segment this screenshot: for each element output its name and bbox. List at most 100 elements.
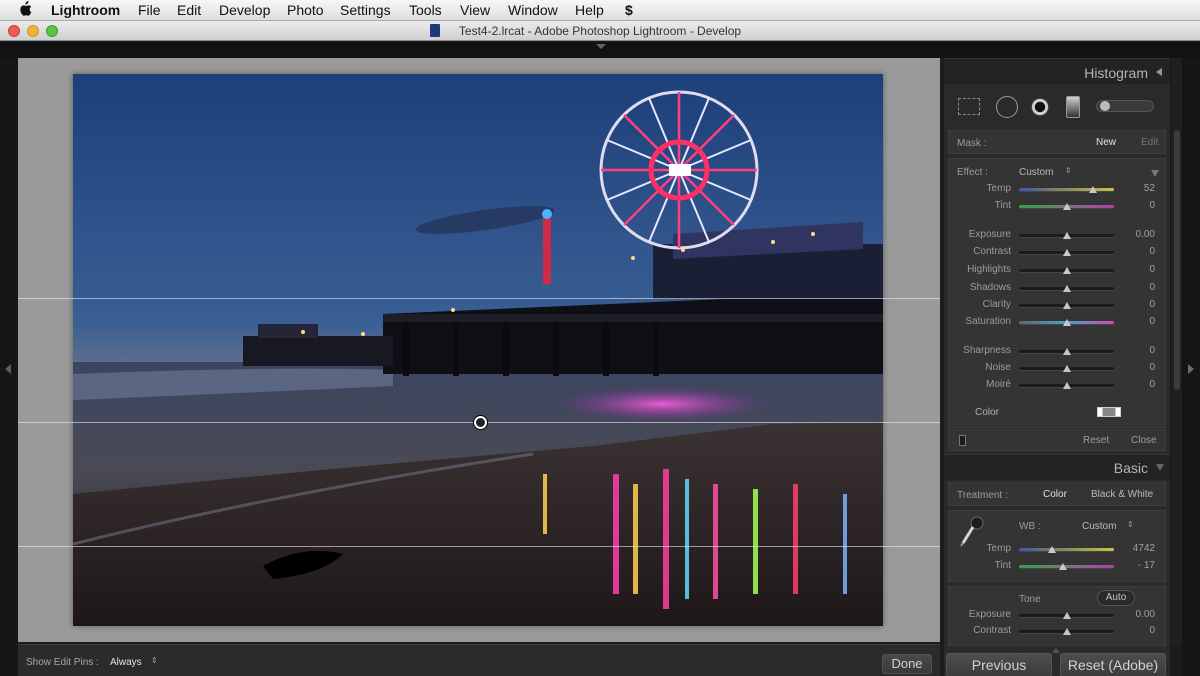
- slider-knob[interactable]: [1062, 612, 1071, 619]
- slider-knob[interactable]: [1062, 365, 1071, 372]
- slider-value[interactable]: 0.00: [1115, 609, 1155, 620]
- menu-lightroom[interactable]: Lightroom: [51, 2, 120, 18]
- left-panel-toggle-icon[interactable]: [5, 364, 11, 374]
- slider-knob[interactable]: [1062, 628, 1071, 635]
- menu-photo[interactable]: Photo: [287, 2, 324, 18]
- menu-view[interactable]: View: [460, 2, 490, 18]
- slider-label-exposure: Exposure: [968, 609, 1011, 620]
- slider-knob[interactable]: [1062, 302, 1071, 309]
- slider-value[interactable]: 0: [1115, 316, 1155, 327]
- effect-preset-select[interactable]: Custom: [1019, 167, 1053, 178]
- slider-knob[interactable]: [1058, 563, 1067, 570]
- slider-value[interactable]: - 17: [1115, 560, 1155, 571]
- slider-label-sharpness: Sharpness: [963, 345, 1011, 356]
- histogram-panel-header[interactable]: Histogram: [944, 58, 1170, 84]
- slider-value[interactable]: 0: [1115, 625, 1155, 636]
- top-panel-collapsed: [0, 42, 1200, 58]
- wb-label: WB :: [1019, 521, 1041, 532]
- right-panel: Histogram Mask : New Edit Effect : Custo…: [944, 58, 1170, 676]
- slider-knob[interactable]: [1062, 348, 1071, 355]
- slider-knob[interactable]: [1062, 249, 1071, 256]
- slider-track-temp[interactable]: [1019, 548, 1114, 551]
- slider-knob[interactable]: [1062, 285, 1071, 292]
- color-swatch-icon[interactable]: [1097, 407, 1121, 417]
- slider-label-temp: Temp: [986, 183, 1011, 194]
- treatment-label: Treatment :: [957, 490, 1008, 501]
- right-panel-toggle-icon[interactable]: [1188, 364, 1194, 374]
- edit-pin[interactable]: [474, 416, 487, 429]
- slider-label-clarity: Clarity: [982, 299, 1011, 310]
- white-balance-box: WB : Custom ⇕ Temp 4742 Tint - 17: [948, 510, 1166, 582]
- photo-preview[interactable]: [73, 74, 883, 626]
- slider-label-temp: Temp: [986, 543, 1011, 554]
- script-icon[interactable]: $: [625, 2, 633, 18]
- basic-panel-header[interactable]: Basic: [944, 454, 1170, 480]
- slider-value[interactable]: 0: [1115, 362, 1155, 373]
- pier-at-dusk-image: [73, 74, 883, 626]
- slider-label-tint: Tint: [994, 560, 1011, 571]
- wb-preset-select[interactable]: Custom: [1082, 521, 1116, 532]
- slider-value[interactable]: 0: [1115, 264, 1155, 275]
- slider-value[interactable]: 0: [1115, 246, 1155, 257]
- apple-icon[interactable]: [18, 1, 32, 20]
- mask-effects-box: Effect : Custom ⇕ Temp 52 Tint 0 Exposure 0.0…: [948, 158, 1166, 428]
- treatment-row: Treatment : Color Black & White: [948, 482, 1166, 506]
- effect-label: Effect :: [957, 167, 988, 178]
- mask-toggle-switch-icon[interactable]: [959, 435, 966, 446]
- menu-window[interactable]: Window: [508, 2, 558, 18]
- done-button[interactable]: Done: [882, 654, 932, 674]
- slider-track-temp[interactable]: [1019, 188, 1114, 191]
- menu-develop[interactable]: Develop: [219, 2, 270, 18]
- menu-file[interactable]: File: [138, 2, 161, 18]
- select-arrows-icon: ⇕: [1065, 166, 1072, 175]
- basic-title: Basic: [1113, 460, 1148, 476]
- slider-knob[interactable]: [1048, 546, 1057, 553]
- slider-value[interactable]: 0: [1115, 299, 1155, 310]
- graduated-filter-icon[interactable]: [1066, 96, 1080, 118]
- mask-close-button[interactable]: Close: [1131, 435, 1157, 446]
- mask-edit-button[interactable]: Edit: [1141, 137, 1158, 148]
- slider-value[interactable]: 52: [1115, 183, 1155, 194]
- slider-label-saturation: Saturation: [965, 316, 1011, 327]
- mask-footer: Reset Close: [948, 429, 1166, 451]
- previous-button[interactable]: Previous: [946, 653, 1052, 676]
- bottom-toolbar: Show Edit Pins : Always ⇕ Done: [18, 644, 940, 676]
- slider-knob[interactable]: [1089, 186, 1098, 193]
- slider-value[interactable]: 0: [1115, 345, 1155, 356]
- menu-tools[interactable]: Tools: [409, 2, 442, 18]
- mask-color-label: Color: [975, 407, 999, 418]
- slider-label-moir: Moiré: [985, 379, 1011, 390]
- slider-value[interactable]: 0: [1115, 379, 1155, 390]
- crop-overlay-icon[interactable]: [958, 98, 980, 115]
- treatment-bw-button[interactable]: Black & White: [1091, 489, 1153, 500]
- treatment-color-button[interactable]: Color: [1043, 489, 1067, 500]
- spot-removal-icon[interactable]: [996, 96, 1018, 118]
- auto-tone-button[interactable]: Auto: [1097, 590, 1135, 606]
- collapse-arrow-icon: [1156, 464, 1164, 471]
- slider-knob[interactable]: [1062, 232, 1071, 239]
- slider-knob[interactable]: [1062, 382, 1071, 389]
- scrollbar-thumb[interactable]: [1174, 130, 1180, 390]
- brush-knob-icon: [1100, 101, 1110, 111]
- slider-value[interactable]: 0: [1115, 282, 1155, 293]
- slider-label-highlights: Highlights: [967, 264, 1011, 275]
- mask-new-button[interactable]: New: [1096, 137, 1116, 148]
- slider-value[interactable]: 0.00: [1115, 229, 1155, 240]
- show-edit-pins-select[interactable]: Always: [110, 657, 142, 668]
- mask-reset-button[interactable]: Reset: [1083, 435, 1109, 446]
- reset-adobe-button[interactable]: Reset (Adobe): [1060, 653, 1166, 676]
- menu-edit[interactable]: Edit: [177, 2, 201, 18]
- slider-value[interactable]: 4742: [1115, 543, 1155, 554]
- menu-settings[interactable]: Settings: [340, 2, 391, 18]
- slider-value[interactable]: 0: [1115, 200, 1155, 211]
- slider-label-tint: Tint: [994, 200, 1011, 211]
- top-panel-toggle-icon[interactable]: [596, 44, 606, 49]
- slider-knob[interactable]: [1062, 267, 1071, 274]
- slider-label-noise: Noise: [985, 362, 1011, 373]
- menu-help[interactable]: Help: [575, 2, 604, 18]
- slider-knob[interactable]: [1062, 319, 1071, 326]
- effect-disclosure-icon[interactable]: [1151, 170, 1159, 177]
- menu-bar: Lightroom File Edit Develop Photo Settin…: [0, 0, 1200, 21]
- red-eye-icon[interactable]: [1030, 97, 1050, 117]
- slider-knob[interactable]: [1062, 203, 1071, 210]
